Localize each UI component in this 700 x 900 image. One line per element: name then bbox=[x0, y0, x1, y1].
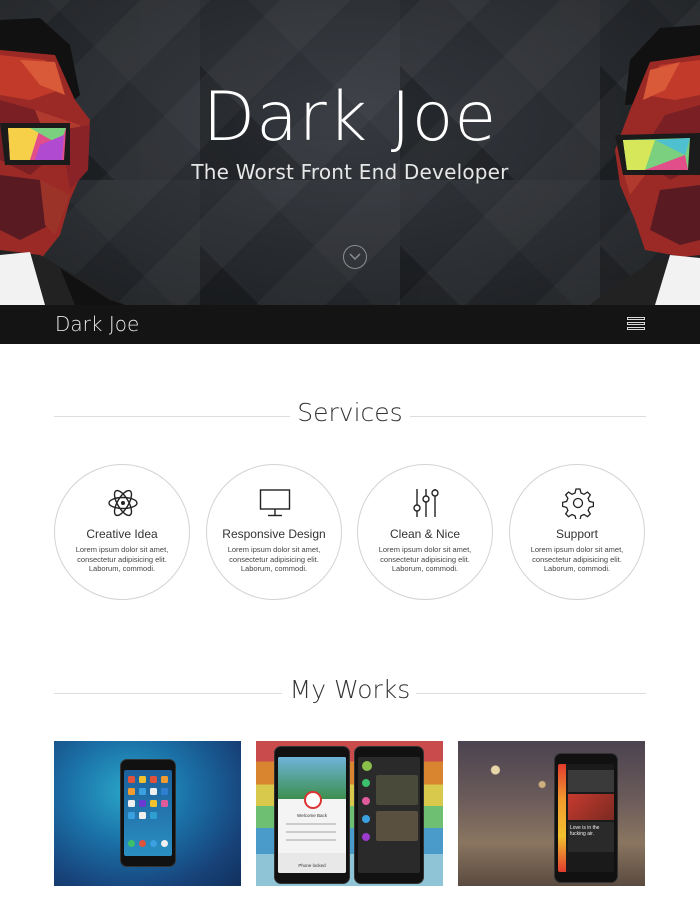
phone-locked-text: Phone locked bbox=[298, 863, 326, 868]
phone-mockup bbox=[354, 746, 424, 884]
works-title: My Works bbox=[289, 675, 411, 704]
hero-subtitle: The Worst Front End Developer bbox=[191, 160, 509, 184]
work-item-2[interactable]: Welcome Back Phone locked bbox=[256, 741, 443, 886]
service-creative-idea: Creative Idea Lorem ipsum dolor sit amet… bbox=[54, 464, 190, 600]
hamburger-menu-icon[interactable] bbox=[627, 317, 645, 331]
work-item-3[interactable]: Love is in the fucking air. bbox=[458, 741, 645, 886]
service-title: Responsive Design bbox=[222, 527, 326, 541]
love-text: Love is in the fucking air. bbox=[570, 825, 600, 837]
service-title: Support bbox=[555, 527, 599, 541]
scroll-down-button[interactable] bbox=[343, 245, 367, 269]
welcome-text: Welcome Back bbox=[297, 813, 327, 818]
phone-mockup: Love is in the fucking air. bbox=[554, 753, 618, 883]
service-description: Lorem ipsum dolor sit amet, consectetur … bbox=[227, 545, 321, 573]
work-item-1[interactable] bbox=[54, 741, 241, 886]
services-rule-right bbox=[410, 416, 646, 417]
navbar: Dark Joe bbox=[0, 305, 700, 344]
monitor-icon bbox=[259, 489, 291, 517]
service-title: Creative Idea bbox=[86, 527, 158, 541]
chevron-down-icon bbox=[349, 253, 361, 261]
services-title: Services bbox=[297, 398, 403, 427]
hero-section: Dark Joe The Worst Front End Developer bbox=[0, 0, 700, 305]
atom-icon bbox=[108, 489, 138, 517]
service-clean-nice: Clean & Nice Lorem ipsum dolor sit amet,… bbox=[357, 464, 493, 600]
sliders-icon bbox=[413, 489, 439, 517]
phone-mockup bbox=[120, 759, 176, 867]
service-description: Lorem ipsum dolor sit amet, consectetur … bbox=[378, 545, 472, 573]
service-description: Lorem ipsum dolor sit amet, consectetur … bbox=[530, 545, 624, 573]
hero-title: Dark Joe bbox=[202, 78, 498, 157]
gear-icon bbox=[562, 488, 594, 519]
service-description: Lorem ipsum dolor sit amet, consectetur … bbox=[75, 545, 169, 573]
service-title: Clean & Nice bbox=[389, 527, 461, 541]
service-support: Support Lorem ipsum dolor sit amet, cons… bbox=[509, 464, 645, 600]
phone-mockup: Welcome Back Phone locked bbox=[274, 746, 350, 884]
navbar-brand[interactable]: Dark Joe bbox=[55, 312, 139, 336]
service-responsive-design: Responsive Design Lorem ipsum dolor sit … bbox=[206, 464, 342, 600]
works-rule-right bbox=[416, 693, 646, 694]
